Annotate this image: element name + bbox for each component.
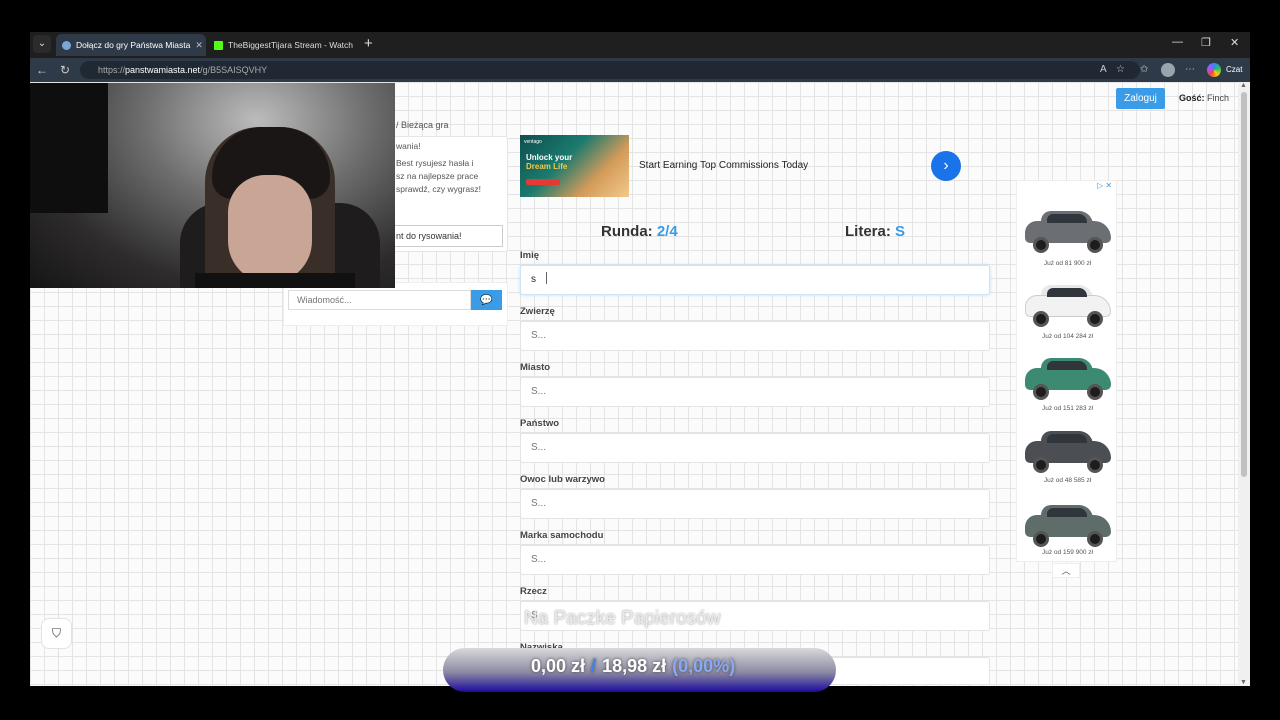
ad-text[interactable]: Start Earning Top Commissions Today xyxy=(639,160,808,171)
read-aloud-icon[interactable]: A xyxy=(1100,61,1107,79)
goal-current: 0,00 zł xyxy=(531,656,586,676)
kick-favicon-icon xyxy=(214,40,223,50)
minimize-icon[interactable]: — xyxy=(1172,36,1183,48)
close-window-icon[interactable]: ✕ xyxy=(1230,36,1239,49)
field-imie[interactable]: s xyxy=(520,265,990,295)
scrollbar-thumb[interactable] xyxy=(1241,92,1247,477)
scroll-up-icon[interactable]: ▲ xyxy=(1240,82,1247,89)
field-panstwo[interactable]: S... xyxy=(520,433,990,463)
ad-brand: ventago xyxy=(524,139,542,145)
site-favicon-icon xyxy=(62,40,71,50)
favorite-star-icon[interactable]: ☆ xyxy=(1116,61,1125,79)
goal-percent: (0,00%) xyxy=(672,656,736,676)
field-label-rzecz: Rzecz xyxy=(520,586,547,597)
ad-headline-2: Dream Life xyxy=(526,162,568,171)
field-zwierze[interactable]: S... xyxy=(520,321,990,351)
new-tab-button[interactable]: + xyxy=(364,35,373,53)
login-button[interactable]: Zaloguj xyxy=(1116,88,1165,109)
donation-goal-title: Na Paczke Papierosów xyxy=(524,608,721,629)
field-label-marka: Marka samochodu xyxy=(520,530,604,541)
field-label-miasto: Miasto xyxy=(520,362,551,373)
round-label: Runda: xyxy=(601,223,653,240)
ad-next-button[interactable]: › xyxy=(931,151,961,181)
field-owoc[interactable]: S... xyxy=(520,489,990,519)
chat-line: sz na najlepsze prace xyxy=(396,171,479,181)
letter-indicator: Litera: S xyxy=(845,223,905,240)
url-path: /g/B5SAISQVHY xyxy=(200,65,268,75)
ad-headline: Unlock your xyxy=(526,153,573,162)
url-host: panstwamiasta.net xyxy=(125,65,201,75)
guest-indicator: Gość: Finch xyxy=(1179,93,1229,103)
privacy-shield-button[interactable]: ⛉ xyxy=(41,618,72,649)
round-indicator: Runda: 2/4 xyxy=(601,223,678,240)
ad-banner-image[interactable]: ventago Unlock your Dream Life xyxy=(520,135,629,197)
shield-icon: ⛉ xyxy=(51,626,61,640)
car-price: Już od 159 900 zł xyxy=(1042,549,1093,556)
field-marka[interactable]: S... xyxy=(520,545,990,575)
breadcrumb: / Bieżąca gra xyxy=(396,120,449,130)
message-input[interactable] xyxy=(288,290,471,310)
tab-title: TheBiggestTijara Stream - Watch L xyxy=(228,40,356,50)
guest-prefix: Gość: xyxy=(1179,93,1205,103)
car-image[interactable] xyxy=(1021,207,1114,255)
field-label-imie: Imię xyxy=(520,250,540,261)
round-value: 2/4 xyxy=(656,223,678,240)
more-menu-icon[interactable]: ⋯ xyxy=(1185,61,1195,79)
scroll-down-icon[interactable]: ▼ xyxy=(1240,679,1247,686)
ad-collapse-button[interactable]: ︿ xyxy=(1052,563,1080,578)
back-button[interactable]: ← xyxy=(33,61,51,79)
chat-line: sprawdź, czy wygrasz! xyxy=(396,184,482,194)
webcam-overlay xyxy=(30,83,395,288)
send-message-button[interactable]: 💬 xyxy=(471,290,502,310)
chevron-right-icon: › xyxy=(943,157,949,174)
page-scrollbar[interactable]: ▲ ▼ xyxy=(1238,82,1250,686)
car-price: Już od 81 900 zł xyxy=(1043,260,1092,267)
car-image[interactable] xyxy=(1021,354,1114,402)
close-tab-icon[interactable]: ✕ xyxy=(195,40,203,51)
car-image[interactable] xyxy=(1021,281,1114,329)
letter-value: S xyxy=(895,223,906,240)
car-price: Już od 104 284 zł xyxy=(1042,333,1093,340)
car-image[interactable] xyxy=(1021,501,1114,549)
chat-line: Best rysujesz hasła i xyxy=(396,158,474,168)
guest-name: Finch xyxy=(1207,93,1230,103)
tab-title: Dołącz do gry Państwa Miasta xyxy=(76,40,191,50)
field-label-owoc: Owoc lub warzywo xyxy=(520,474,605,485)
car-ad-panel[interactable]: Już od 81 900 zł Już od 104 284 zł Już o… xyxy=(1016,180,1117,562)
tab-list-dropdown[interactable]: ⌄ xyxy=(33,35,51,53)
address-bar[interactable]: https://panstwamiasta.net/g/B5SAISQVHY xyxy=(80,61,1140,79)
ad-cta-button xyxy=(526,179,560,185)
restore-icon[interactable]: ❐ xyxy=(1201,36,1211,49)
donation-goal-amounts: 0,00 zł/18,98 zł (0,00%) xyxy=(531,656,736,676)
refresh-button[interactable]: ↻ xyxy=(56,61,74,79)
field-label-zwierze: Zwierzę xyxy=(520,306,555,317)
url-prefix: https:// xyxy=(98,65,126,75)
car-price: Już od 48 585 zł xyxy=(1043,477,1092,484)
car-image[interactable] xyxy=(1021,427,1114,475)
adchoices-icon[interactable]: ▷ ✕ xyxy=(1097,181,1112,190)
profile-avatar[interactable] xyxy=(1161,63,1175,77)
chevron-up-icon: ︿ xyxy=(1061,566,1071,576)
letter-label: Litera: xyxy=(845,223,891,240)
car-price: Już od 151 283 zł xyxy=(1042,405,1093,412)
chat-line: wania! xyxy=(396,141,421,151)
tab-kick-stream[interactable]: TheBiggestTijara Stream - Watch L ✕ xyxy=(208,34,356,56)
goal-target: 18,98 zł xyxy=(602,656,667,676)
copilot-label[interactable]: Czat xyxy=(1226,61,1242,79)
text-cursor-icon xyxy=(546,272,547,284)
copilot-icon[interactable] xyxy=(1207,63,1221,77)
favorites-icon[interactable]: ✩ xyxy=(1140,61,1148,79)
field-miasto[interactable]: S... xyxy=(520,377,990,407)
field-label-panstwo: Państwo xyxy=(520,418,560,429)
tab-active[interactable]: Dołącz do gry Państwa Miasta ✕ xyxy=(56,34,206,56)
chat-bubble-icon: 💬 xyxy=(480,294,493,306)
